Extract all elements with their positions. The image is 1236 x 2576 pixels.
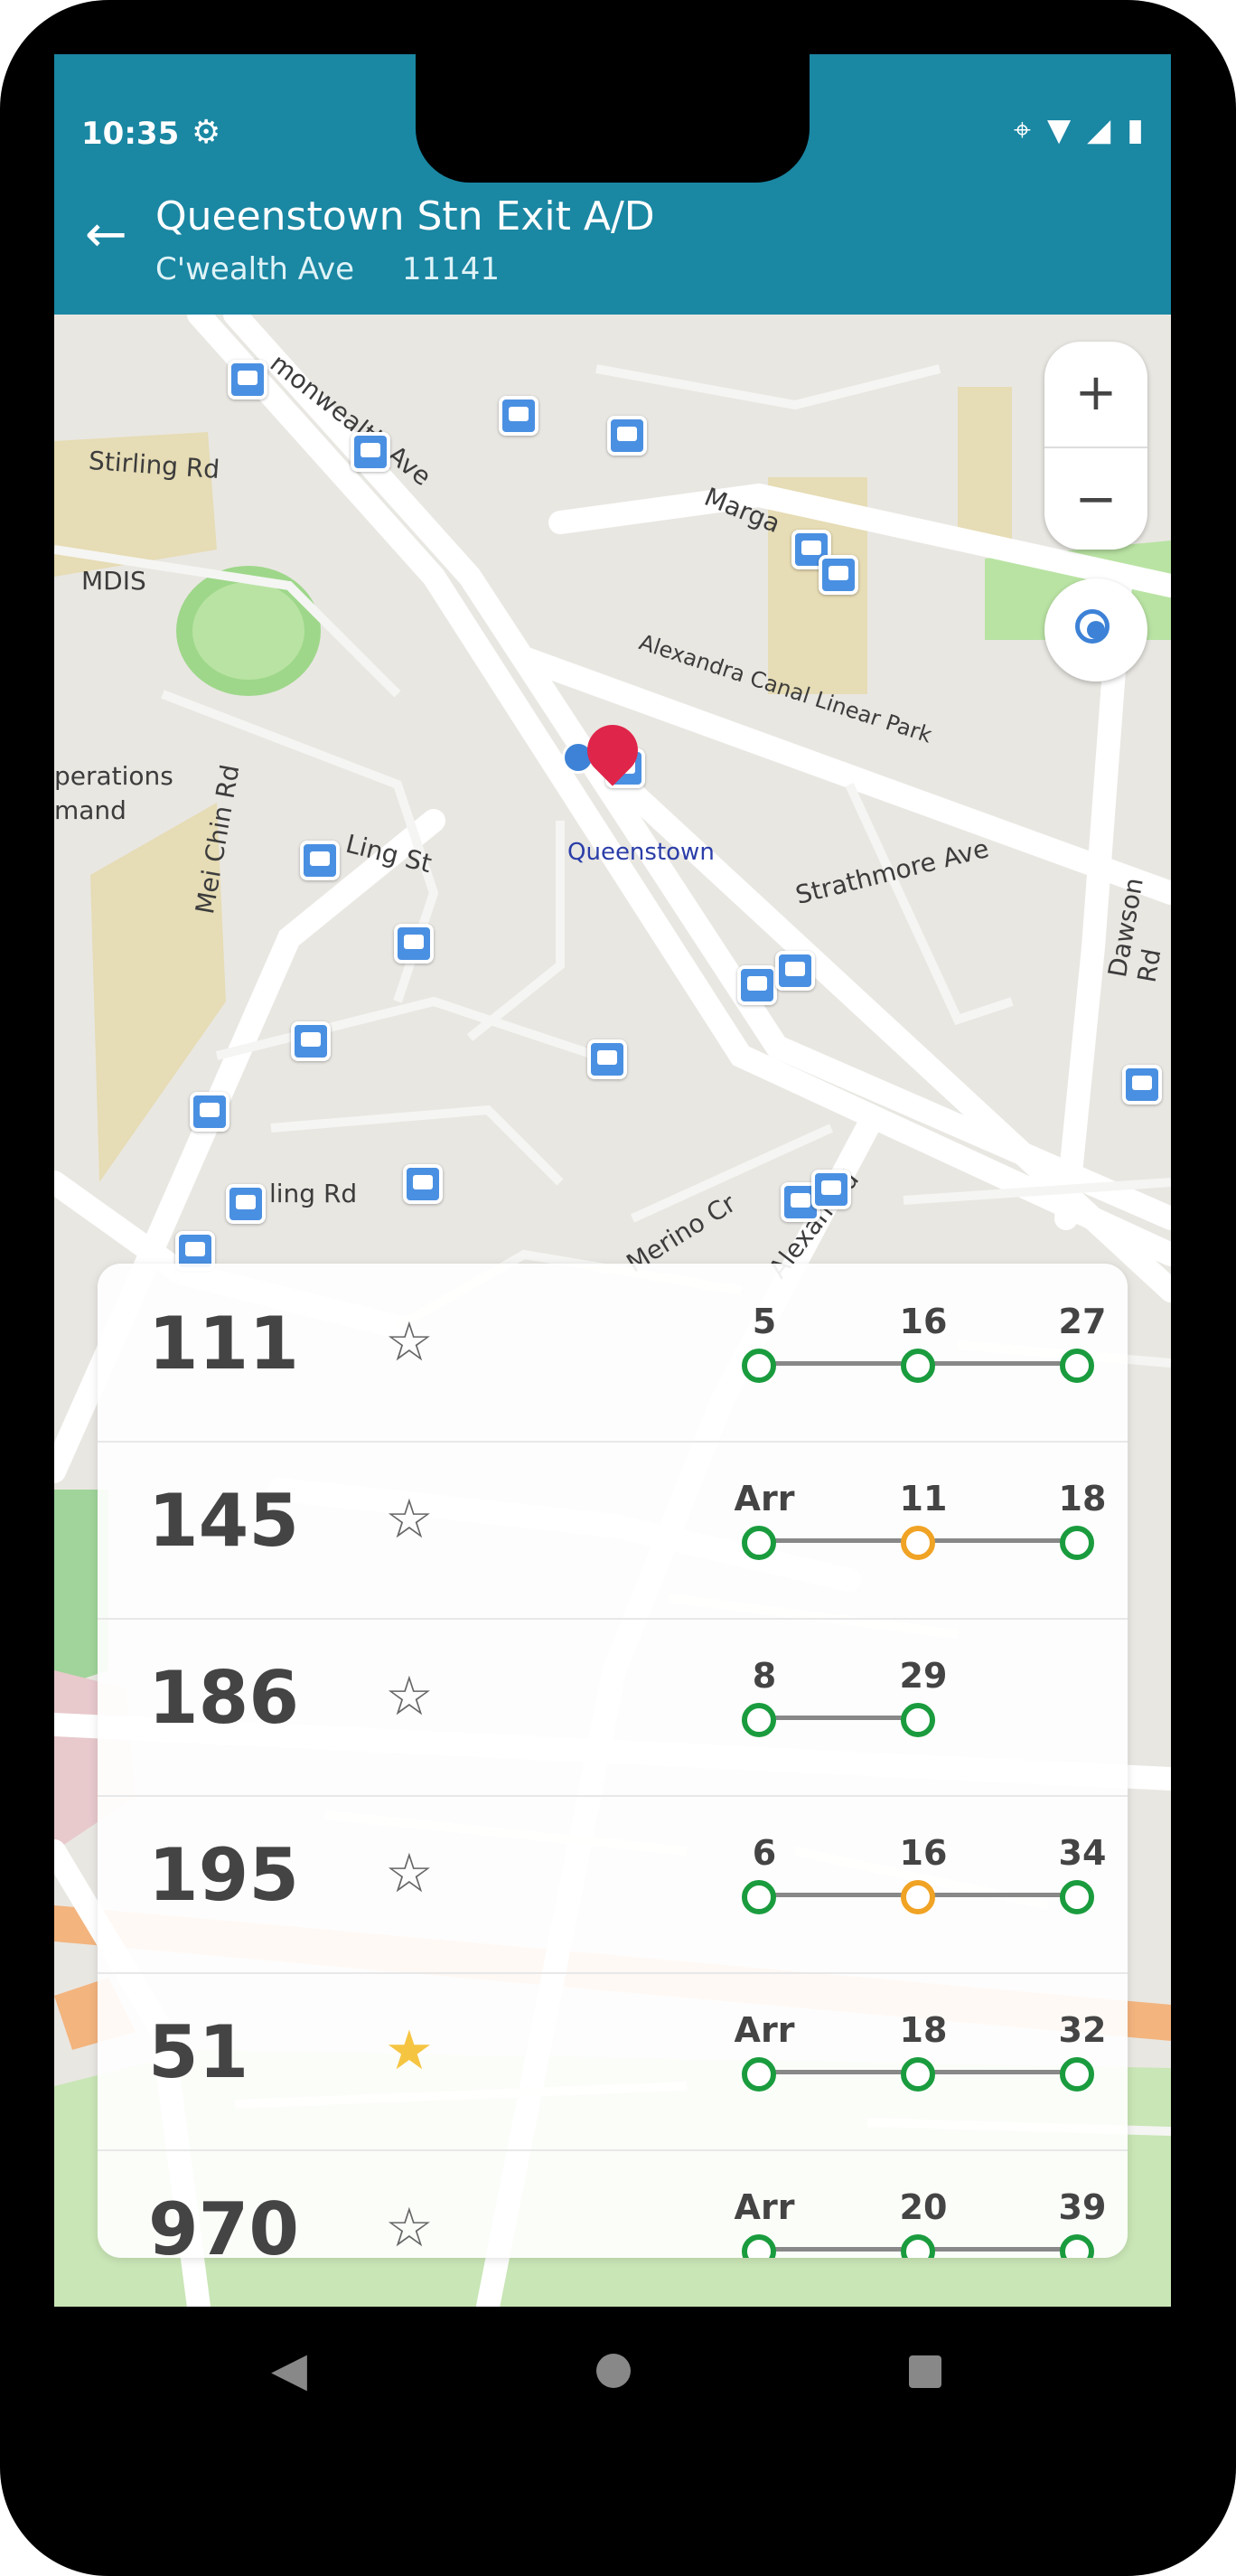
- bus-stop-marker[interactable]: [607, 416, 647, 456]
- service-number: 51: [148, 2010, 249, 2094]
- status-icons: ⌖ ▼ ◢ ▮: [1014, 112, 1144, 148]
- eta-minutes: 27: [1058, 1302, 1107, 1341]
- bus-stop-marker[interactable]: [351, 432, 390, 472]
- bus-stop-marker[interactable]: [291, 1021, 331, 1061]
- bus-arrival-marker: [901, 1703, 935, 1737]
- bus-stop-marker[interactable]: [190, 1092, 229, 1132]
- camera-notch: [416, 54, 810, 183]
- bus-arrival-marker: [1060, 2234, 1094, 2258]
- bus-arrival-marker: [742, 1703, 776, 1737]
- bus-arrival-marker: [901, 1880, 935, 1914]
- battery-icon: ▮: [1127, 112, 1144, 148]
- bus-stop-marker[interactable]: [1122, 1065, 1162, 1105]
- bus-arrival-marker: [742, 1880, 776, 1914]
- gear-icon: ⚙: [192, 114, 221, 151]
- bus-arrival-marker: [742, 1349, 776, 1383]
- bus-service-row[interactable]: 195 ☆ 6 16 34: [98, 1795, 1128, 1974]
- back-arrow-icon[interactable]: ←: [85, 210, 127, 260]
- eta-minutes: 20: [899, 2187, 948, 2227]
- favorite-star-icon[interactable]: ☆: [385, 1488, 434, 1551]
- eta-minutes: 16: [899, 1833, 948, 1873]
- eta-minutes: 39: [1058, 2187, 1107, 2227]
- stop-code: 11141: [401, 251, 501, 287]
- bus-stop-marker[interactable]: [587, 1039, 627, 1079]
- favorite-star-icon[interactable]: ☆: [385, 1665, 434, 1728]
- favorite-star-icon[interactable]: ☆: [385, 1842, 434, 1905]
- bus-arrival-marker: [1060, 2057, 1094, 2092]
- eta-minutes: 8: [752, 1656, 777, 1696]
- service-number: 186: [148, 1656, 299, 1740]
- road-name: C'wealth Ave: [155, 251, 355, 287]
- eta-minutes: 5: [752, 1302, 777, 1341]
- service-number: 970: [148, 2187, 299, 2258]
- bus-arrival-marker: [1060, 1526, 1094, 1560]
- bus-service-row[interactable]: 145 ☆ Arr 11 18: [98, 1441, 1128, 1620]
- eta-minutes: 29: [899, 1656, 948, 1696]
- nav-back-icon[interactable]: ◀: [271, 2343, 307, 2397]
- service-number: 145: [148, 1479, 299, 1563]
- map-label-operations: perations: [54, 761, 173, 791]
- status-time: 10:35: [81, 116, 180, 152]
- bus-stop-marker[interactable]: [775, 951, 815, 991]
- map-label-mand: mand: [54, 795, 126, 825]
- bus-arrival-marker: [742, 1526, 776, 1560]
- location-dot-icon: [1087, 621, 1105, 639]
- my-location-button[interactable]: [1044, 578, 1147, 682]
- bus-service-row[interactable]: 970 ☆ Arr 20 39: [98, 2149, 1128, 2258]
- eta-minutes: 34: [1058, 1833, 1107, 1873]
- bus-arrival-marker: [901, 2057, 935, 2092]
- bus-stop-marker[interactable]: [300, 841, 340, 880]
- signal-icon: ◢: [1087, 112, 1111, 148]
- bus-arrival-marker: [1060, 1349, 1094, 1383]
- arrivals-panel: 111 ☆ 5 16 27 145 ☆ Arr 11 18 186 ☆ 8 29 195 ☆ 6 16 34 51 ★ A…: [98, 1264, 1128, 2258]
- bus-stop-marker[interactable]: [811, 1170, 851, 1209]
- zoom-controls: + −: [1044, 342, 1147, 550]
- bus-service-row[interactable]: 186 ☆ 8 29: [98, 1618, 1128, 1797]
- nav-home-icon[interactable]: [596, 2354, 631, 2388]
- stop-subtitle: C'wealth Ave 11141: [155, 251, 538, 287]
- bus-arrival-marker: [901, 1349, 935, 1383]
- zoom-out-button[interactable]: −: [1044, 447, 1147, 551]
- page-title: Queenstown Stn Exit A/D: [155, 193, 655, 240]
- map-label-queenstown: Queenstown: [567, 839, 715, 866]
- eta-minutes: Arr: [734, 2010, 795, 2050]
- favorite-star-icon[interactable]: ☆: [385, 2196, 434, 2258]
- bus-arrival-marker: [742, 2057, 776, 2092]
- bus-stop-marker[interactable]: [499, 396, 538, 436]
- zoom-in-button[interactable]: +: [1044, 342, 1147, 445]
- wifi-icon: ▼: [1046, 112, 1072, 148]
- nav-recents-icon[interactable]: [909, 2355, 941, 2388]
- bus-service-row[interactable]: 111 ☆ 5 16 27: [98, 1264, 1128, 1443]
- bus-stop-marker[interactable]: [819, 555, 858, 595]
- service-number: 111: [148, 1302, 299, 1386]
- eta-minutes: 11: [899, 1479, 948, 1518]
- bus-arrival-marker: [901, 2234, 935, 2258]
- eta-minutes: Arr: [734, 1479, 795, 1518]
- eta-minutes: 32: [1058, 2010, 1107, 2050]
- bus-service-row[interactable]: 51 ★ Arr 18 32: [98, 1972, 1128, 2151]
- eta-minutes: Arr: [734, 2187, 795, 2227]
- bus-stop-marker[interactable]: [403, 1164, 443, 1204]
- service-number: 195: [148, 1833, 299, 1917]
- bus-arrival-marker: [742, 2234, 776, 2258]
- bus-stop-marker[interactable]: [226, 1184, 266, 1224]
- eta-minutes: 6: [752, 1833, 777, 1873]
- map-label-mdis: MDIS: [81, 566, 146, 596]
- location-icon: ⌖: [1013, 112, 1031, 148]
- eta-minutes: 18: [1058, 1479, 1107, 1518]
- favorite-star-icon[interactable]: ☆: [385, 1311, 434, 1374]
- bus-stop-marker[interactable]: [394, 924, 434, 964]
- eta-minutes: 18: [899, 2010, 948, 2050]
- android-nav-bar: ◀: [0, 2307, 1236, 2576]
- bus-stop-marker[interactable]: [228, 360, 267, 400]
- phone-frame: Stirling Rd MDIS monwealth Ave Marga Ale…: [0, 0, 1236, 2576]
- bus-arrival-marker: [1060, 1880, 1094, 1914]
- favorite-star-icon[interactable]: ★: [385, 2019, 434, 2082]
- bus-arrival-marker: [901, 1526, 935, 1560]
- bus-stop-marker[interactable]: [737, 965, 777, 1005]
- map-label-ling-rd: ling Rd: [269, 1179, 358, 1208]
- app-screen: Stirling Rd MDIS monwealth Ave Marga Ale…: [54, 54, 1171, 2307]
- eta-minutes: 16: [899, 1302, 948, 1341]
